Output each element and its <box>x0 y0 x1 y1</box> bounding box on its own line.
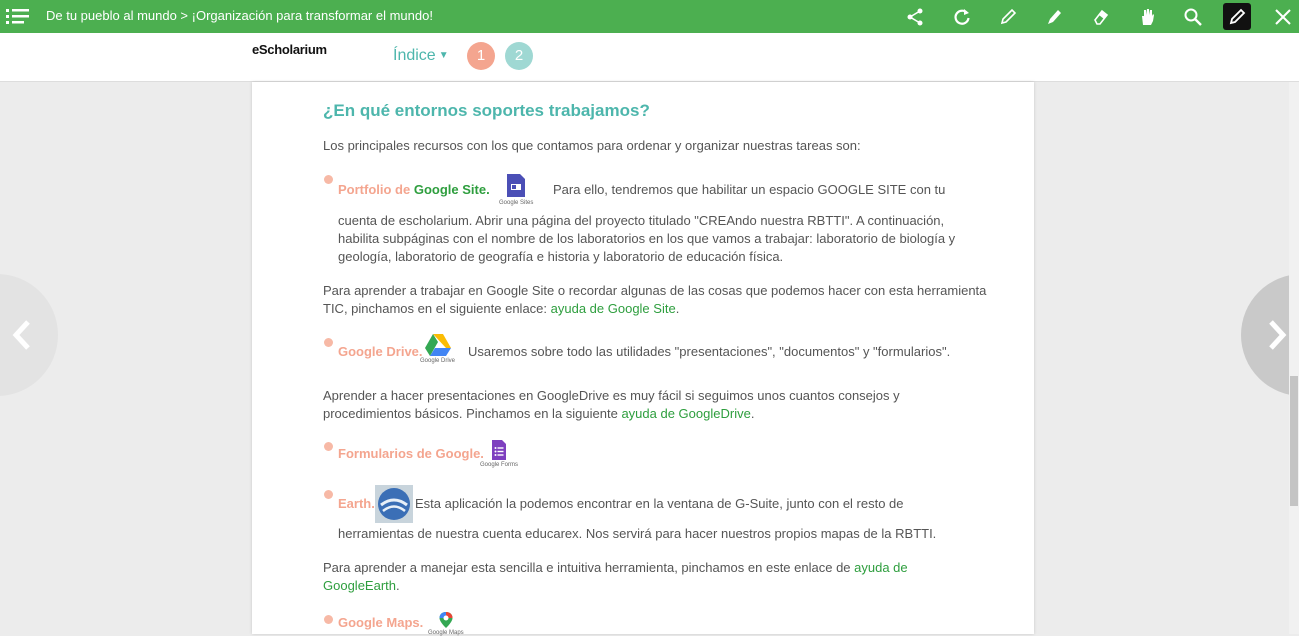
google-earth-help-link-part-1[interactable]: ayuda de <box>854 560 908 575</box>
scrollbar-thumb[interactable] <box>1290 376 1298 506</box>
drive-help-line-2: procedimientos básicos. Pinchamos en la … <box>323 406 755 421</box>
prev-page-button[interactable] <box>0 274 58 396</box>
bullet-dot <box>324 615 333 624</box>
site-text-2: cuenta de escholarium. Abrir una página … <box>338 213 945 228</box>
google-earth-help-link-part-2[interactable]: GoogleEarth <box>323 578 396 593</box>
forms-label: Formularios de Google. <box>338 446 484 461</box>
google-drive-help-link[interactable]: ayuda de GoogleDrive <box>621 406 750 421</box>
index-label: Índice <box>393 47 436 64</box>
search-icon[interactable] <box>1179 3 1207 30</box>
google-sites-icon: Google Sites <box>499 173 533 206</box>
earth-help-line-1: Para aprender a manejar esta sencilla e … <box>323 560 908 575</box>
close-icon[interactable] <box>1269 3 1297 30</box>
google-site-help-link[interactable]: ayuda de Google Site <box>551 301 676 316</box>
bullet-dot <box>324 175 333 184</box>
site-text-1: Para ello, tendremos que habilitar un es… <box>553 182 946 197</box>
marker-icon[interactable] <box>1040 3 1068 30</box>
site-text-4: geología, laboratorio de geografía e his… <box>338 249 784 264</box>
bullet-dot <box>324 338 333 347</box>
chevron-right-icon <box>1269 320 1287 350</box>
refresh-icon[interactable] <box>948 3 976 30</box>
eraser-icon[interactable] <box>1087 3 1115 30</box>
intro-text: Los principales recursos con los que con… <box>323 138 861 153</box>
drive-help-line-1: Aprender a hacer presentaciones en Googl… <box>323 388 900 403</box>
bullet-dot <box>324 442 333 451</box>
header-bar: eScholarium Índice ▼ 1 2 <box>0 33 1299 82</box>
top-bar: De tu pueblo al mundo > ¡Organización pa… <box>0 0 1299 33</box>
chevron-left-icon <box>12 320 30 350</box>
pen-active-icon[interactable] <box>1223 3 1251 30</box>
google-earth-icon <box>375 485 413 523</box>
drive-text: Usaremos sobre todo las utilidades "pres… <box>468 344 951 359</box>
site-text-3: habilita subpáginas con el nombre de los… <box>338 231 956 246</box>
scrollbar-track[interactable] <box>1289 82 1299 634</box>
google-maps-icon: Google Maps <box>428 611 464 636</box>
share-icon[interactable] <box>901 3 929 30</box>
site-help-line-1: Para aprender a trabajar en Google Site … <box>323 283 987 298</box>
pencil-icon[interactable] <box>994 3 1022 30</box>
content-page: ¿En qué entornos soportes trabajamos? Lo… <box>252 82 1034 636</box>
index-dropdown[interactable]: Índice ▼ <box>393 47 449 65</box>
brand-logo: eScholarium <box>252 42 327 57</box>
breadcrumb-title: De tu pueblo al mundo > ¡Organización pa… <box>46 8 433 23</box>
drive-label: Google Drive. <box>338 344 423 359</box>
maps-label: Google Maps. <box>338 615 424 630</box>
bullet-dot <box>324 490 333 499</box>
google-drive-icon: Google Drive <box>420 333 455 364</box>
page-button-1[interactable]: 1 <box>467 42 495 70</box>
menu-list-icon[interactable] <box>6 6 30 26</box>
section-heading: ¿En qué entornos soportes trabajamos? <box>323 101 650 120</box>
earth-label: Earth. <box>338 496 375 511</box>
earth-help-line-2: GoogleEarth. <box>323 578 400 593</box>
google-forms-icon: Google Forms <box>480 439 518 468</box>
site-label: Portfolio de Google Site. <box>338 182 490 197</box>
page-button-2[interactable]: 2 <box>505 42 533 70</box>
earth-text-1: Esta aplicación la podemos encontrar en … <box>415 496 904 511</box>
site-help-line-2: TIC, pinchamos en el siguiente enlace: a… <box>323 301 680 316</box>
earth-text-2: herramientas de nuestra cuenta educarex.… <box>338 526 937 541</box>
caret-down-icon: ▼ <box>438 50 449 62</box>
hand-icon[interactable] <box>1133 3 1161 30</box>
